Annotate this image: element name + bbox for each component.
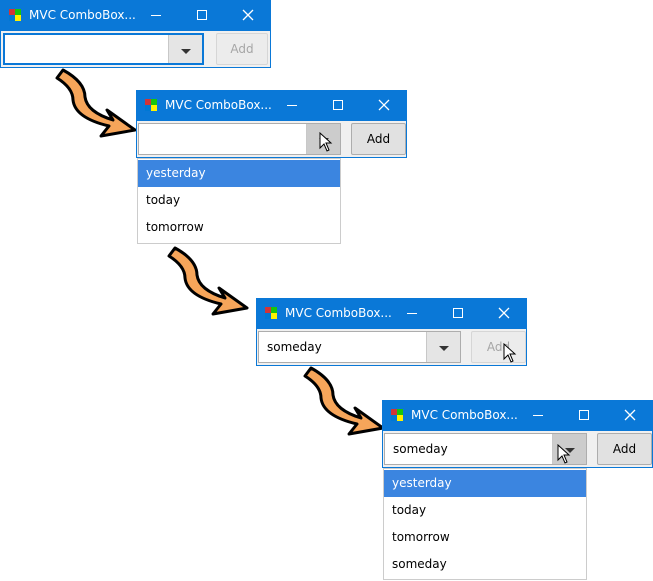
close-button[interactable] [481,298,527,329]
dropdown-list-2: yesterday today tomorrow someday [383,468,587,580]
title-bar[interactable]: MVC ComboBox... [0,0,271,31]
window-2: MVC ComboBox... Add [136,90,407,158]
add-button[interactable]: Add [597,433,652,465]
combo-value: someday [267,340,322,354]
list-item[interactable]: someday [384,551,586,578]
dropdown-arrow-button[interactable] [168,35,202,63]
minimize-button[interactable] [389,298,435,329]
add-button[interactable]: Add [471,331,526,363]
close-button[interactable] [607,400,653,431]
list-item[interactable]: today [384,497,586,524]
mouse-cursor-icon [557,444,571,464]
app-icon [391,409,403,421]
close-icon [242,9,254,21]
add-button[interactable]: Add [216,33,268,65]
app-icon [265,307,277,319]
minimize-button[interactable] [515,400,561,431]
title-bar[interactable]: MVC ComboBox... [256,298,527,329]
list-item[interactable]: yesterday [384,470,586,497]
window-title: MVC ComboBox... [411,408,518,422]
dropdown-arrow-button[interactable] [426,332,460,362]
close-button[interactable] [361,90,407,121]
mouse-cursor-icon [503,343,517,363]
close-icon [624,409,636,421]
client-area: Add [0,31,271,68]
combo-box[interactable]: someday [258,331,461,363]
window-title: MVC ComboBox... [29,8,136,22]
add-button[interactable]: Add [351,123,406,155]
list-item[interactable]: yesterday [138,160,340,187]
app-icon [145,99,157,111]
list-item[interactable]: today [138,187,340,214]
flow-arrow-2 [167,246,249,316]
maximize-button[interactable] [561,400,607,431]
list-item[interactable]: tomorrow [138,214,340,241]
maximize-button[interactable] [315,90,361,121]
minimize-button[interactable] [133,0,179,31]
title-bar[interactable]: MVC ComboBox... [136,90,407,121]
window-4: MVC ComboBox... someday Add [382,400,653,468]
title-bar[interactable]: MVC ComboBox... [382,400,653,431]
close-button[interactable] [225,0,271,31]
app-icon [9,9,21,21]
window-3: MVC ComboBox... someday Add [256,298,527,366]
maximize-button[interactable] [179,0,225,31]
window-1: MVC ComboBox... Add [0,0,271,68]
combo-value: someday [393,442,448,456]
client-area: someday Add [382,431,653,468]
client-area: Add [136,121,407,158]
minimize-button[interactable] [269,90,315,121]
maximize-button[interactable] [435,298,481,329]
close-icon [378,99,390,111]
list-item[interactable]: tomorrow [384,524,586,551]
window-title: MVC ComboBox... [285,306,392,320]
window-title: MVC ComboBox... [165,98,272,112]
combo-box[interactable] [138,123,341,155]
mouse-cursor-icon [319,132,333,152]
dropdown-list-1: yesterday today tomorrow [137,158,341,244]
flow-arrow-3 [303,366,385,436]
flow-arrow-1 [55,68,137,138]
combo-box[interactable] [3,33,204,65]
close-icon [498,307,510,319]
client-area: someday Add [256,329,527,366]
